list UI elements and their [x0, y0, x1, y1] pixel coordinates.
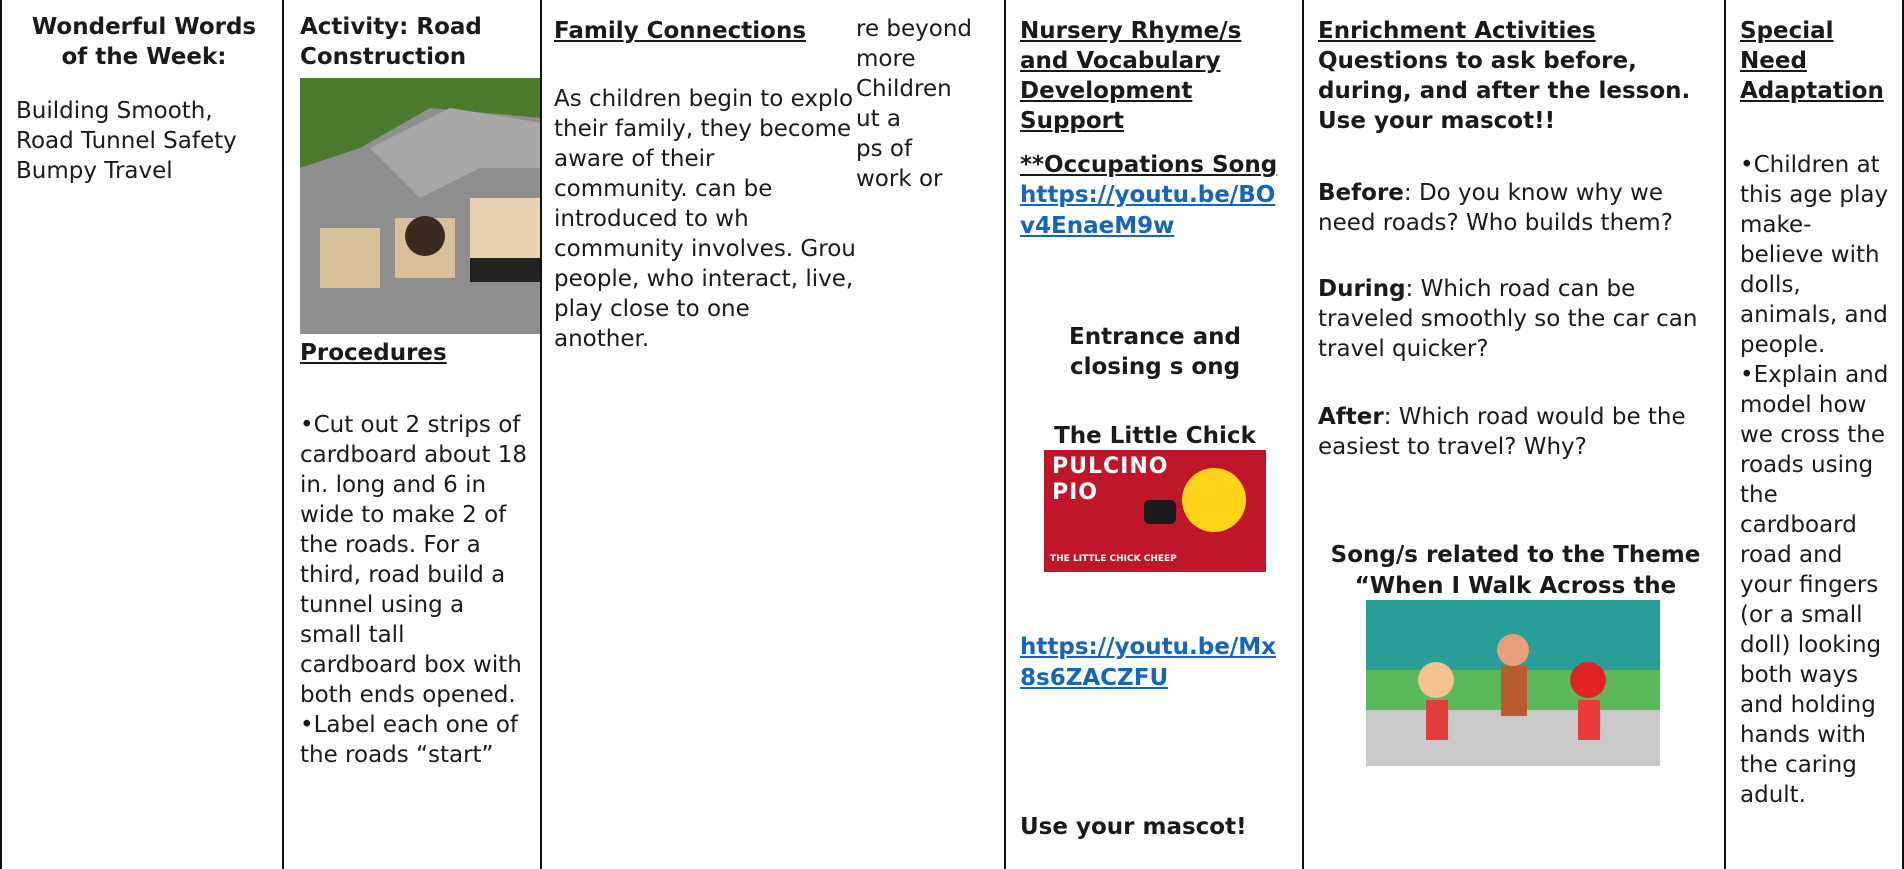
- thumbnail-brand-text: PULCINO PIO: [1052, 454, 1169, 505]
- activity-title: Activity: Road Construction: [300, 14, 482, 70]
- overflow-line: re beyond: [856, 16, 973, 42]
- after-label: After: [1318, 404, 1384, 430]
- enrichment-mascot: Use your mascot!!: [1318, 108, 1556, 134]
- before-question: Before: Do you know why we need roads? W…: [1318, 178, 1713, 238]
- during-question: During: Which road can be traveled smoot…: [1318, 274, 1713, 364]
- enrichment-subtitle: Questions to ask before, during, and aft…: [1318, 48, 1691, 104]
- procedure-step-1: •Cut out 2 strips of cardboard about 18 …: [300, 412, 528, 648]
- column-wonderful-words: Wonderful Words of the Week: Building Sm…: [0, 0, 284, 869]
- wonderful-words-title: Wonderful Words of the Week:: [31, 14, 257, 70]
- column-nursery-rhymes: Nursery Rhyme/s and Vocabulary Developme…: [1006, 0, 1304, 869]
- road-construction-photo: [300, 78, 540, 334]
- column-family-connections: Family Connections re beyond more Childr…: [542, 0, 1006, 869]
- adaptation-note-1: •Children at this age play make-believe …: [1740, 152, 1889, 358]
- family-connections-text: As children begin to explo their family,…: [554, 84, 858, 354]
- family-overflow-text: re beyond more Children ut a ps of work …: [856, 14, 996, 194]
- family-line: aware of their: [554, 146, 715, 172]
- special-needs-title: Special Need Adaptation: [1740, 18, 1884, 104]
- little-chick-video-thumbnail[interactable]: PULCINO PIO THE LITTLE CHICK CHEEP: [1044, 450, 1266, 572]
- family-line: their family, they become: [554, 116, 852, 142]
- play-icon: [1144, 500, 1176, 524]
- special-needs-text: •Children at this age play make-believe …: [1740, 150, 1894, 810]
- wonderful-words-list: Building Smooth, Road Tunnel Safety Bump…: [16, 98, 237, 184]
- little-chick-link[interactable]: https://youtu.be/Mx8s6ZACZFU: [1020, 632, 1290, 694]
- occupations-song-link[interactable]: https://youtu.be/BOv4EnaeM9w: [1020, 180, 1290, 242]
- family-line: community involves. Grou: [554, 236, 856, 262]
- thumbnail-caption: THE LITTLE CHICK CHEEP: [1050, 554, 1177, 564]
- family-line: As children begin to explo: [554, 86, 854, 112]
- crossing-road-song-image: [1366, 600, 1660, 766]
- procedure-step-2: •Label each one of the roads “start”: [300, 712, 518, 768]
- procedures-text: •Cut out 2 strips of cardboard about 18 …: [300, 410, 530, 770]
- nursery-rhymes-title: Nursery Rhyme/s and Vocabulary Developme…: [1020, 18, 1242, 134]
- before-label: Before: [1318, 180, 1404, 206]
- overflow-line: ut a: [856, 106, 902, 132]
- column-activity: Activity: Road Construction Procedures •…: [284, 0, 542, 869]
- entrance-closing-song: Entrance and closing s ong: [1069, 324, 1241, 380]
- lesson-plan-table: Wonderful Words of the Week: Building Sm…: [0, 0, 1904, 869]
- occupations-song-title: **Occupations Song: [1020, 152, 1278, 178]
- overflow-line: ps of: [856, 136, 913, 162]
- column-special-needs: Special Need Adaptation •Children at thi…: [1726, 0, 1904, 869]
- family-connections-title: Family Connections: [554, 18, 807, 44]
- adaptation-note-2: •Explain and model how we cross the road…: [1740, 362, 1889, 808]
- after-question: After: Which road would be the easiest t…: [1318, 402, 1713, 462]
- family-line: another.: [554, 326, 650, 352]
- enrichment-title: Enrichment Activities: [1318, 18, 1596, 44]
- during-label: During: [1318, 276, 1406, 302]
- family-line: community. can be: [554, 176, 773, 202]
- overflow-line: Children: [856, 76, 952, 102]
- procedure-step-1-cont: cardboard box with both ends opened.: [300, 652, 522, 708]
- family-line: introduced to wh: [554, 206, 749, 232]
- column-enrichment: Enrichment Activities Questions to ask b…: [1304, 0, 1726, 869]
- song-theme-title: Song/s related to the Theme: [1330, 542, 1701, 568]
- overflow-line: work or: [856, 166, 943, 192]
- chick-icon: [1182, 468, 1246, 532]
- procedures-title: Procedures: [300, 340, 447, 366]
- family-line: play close to one: [554, 296, 750, 322]
- family-line: people, who interact, live,: [554, 266, 854, 292]
- overflow-line: more: [856, 46, 916, 72]
- use-mascot-note: Use your mascot!: [1020, 814, 1247, 840]
